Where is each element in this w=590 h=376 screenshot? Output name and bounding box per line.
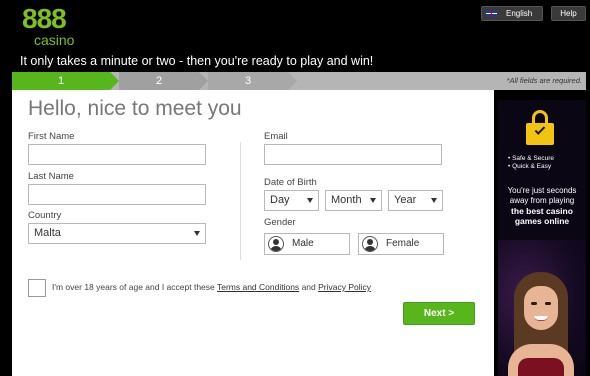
country-label: Country [28, 210, 62, 221]
padlock-check-icon [526, 110, 554, 146]
chevron-down-icon [307, 198, 313, 203]
step-2: 2 [119, 72, 199, 90]
tagline: It only takes a minute or two - then you… [20, 54, 374, 68]
dob-day-select[interactable]: Day [264, 190, 319, 211]
gender-male-button[interactable]: Male [264, 233, 350, 255]
uk-flag-icon [486, 10, 497, 17]
female-avatar-icon [362, 236, 378, 252]
registration-form: Hello, nice to meet you First Name Last … [12, 90, 494, 376]
language-label: English [506, 9, 533, 18]
terms-text: I'm over 18 years of age and I accept th… [52, 281, 371, 293]
dob-month-select[interactable]: Month [325, 190, 382, 211]
first-name-field[interactable] [28, 144, 206, 165]
gender-female-label: Female [386, 238, 420, 249]
logo-word: casino [34, 32, 75, 48]
chevron-down-icon [370, 198, 376, 203]
step-1-arrow [110, 72, 119, 90]
promo-dealer-image [506, 272, 576, 376]
gender-label: Gender [264, 217, 296, 228]
chevron-down-icon [431, 198, 437, 203]
logo-number: 888 [22, 3, 67, 34]
gender-female-button[interactable]: Female [358, 233, 444, 255]
gender-male-label: Male [292, 238, 314, 249]
promo-line-1: You're just seconds [507, 186, 577, 195]
step-2-arrow [199, 72, 208, 90]
terms-prefix: I'm over 18 years of age and I accept th… [52, 282, 215, 292]
site-header: 888 casino English Help It only takes a … [0, 0, 590, 72]
language-button[interactable]: English [481, 6, 543, 21]
dob-month-value: Month [331, 194, 362, 206]
dob-label: Date of Birth [264, 177, 317, 188]
first-name-label: First Name [28, 131, 75, 142]
promo-bullet-safe: • Safe & Secure [508, 155, 554, 162]
888-casino-logo[interactable]: 888 casino [22, 4, 82, 50]
promo-bullets: • Safe & Secure • Quick & Easy [508, 155, 554, 171]
next-button[interactable]: Next > [403, 302, 475, 325]
dob-day-value: Day [270, 194, 290, 206]
last-name-label: Last Name [28, 171, 74, 182]
privacy-link[interactable]: Privacy Policy [318, 282, 371, 292]
promo-banner[interactable]: • Safe & Secure • Quick & Easy You're ju… [498, 100, 586, 376]
country-select[interactable]: Malta [28, 223, 206, 244]
country-value: Malta [34, 227, 61, 239]
last-name-field[interactable] [28, 184, 206, 205]
chevron-down-icon [194, 231, 200, 236]
terms-link[interactable]: Terms and Conditions [217, 282, 299, 292]
promo-bullet-quick: • Quick & Easy [508, 163, 552, 170]
dob-year-select[interactable]: Year [388, 190, 443, 211]
promo-line-2: away from playing [509, 196, 575, 205]
step-3-arrow [288, 72, 297, 90]
registration-steps: 1 2 3 *All fields are required. [12, 72, 586, 90]
page-title: Hello, nice to meet you [28, 97, 242, 120]
promo-line-4: games online [514, 216, 570, 226]
step-1: 1 [12, 72, 110, 90]
email-label: Email [264, 131, 288, 142]
step-3: 3 [208, 72, 288, 90]
terms-and: and [301, 282, 316, 292]
promo-text: You're just seconds away from playing th… [500, 186, 584, 226]
age-terms-checkbox[interactable] [28, 279, 46, 297]
column-divider [240, 142, 241, 260]
email-field[interactable] [264, 144, 442, 165]
promo-line-3: the best casino [511, 206, 573, 216]
male-avatar-icon [268, 236, 284, 252]
dob-year-value: Year [394, 194, 417, 206]
required-note: *All fields are required. [506, 76, 582, 85]
help-button[interactable]: Help [551, 6, 586, 21]
